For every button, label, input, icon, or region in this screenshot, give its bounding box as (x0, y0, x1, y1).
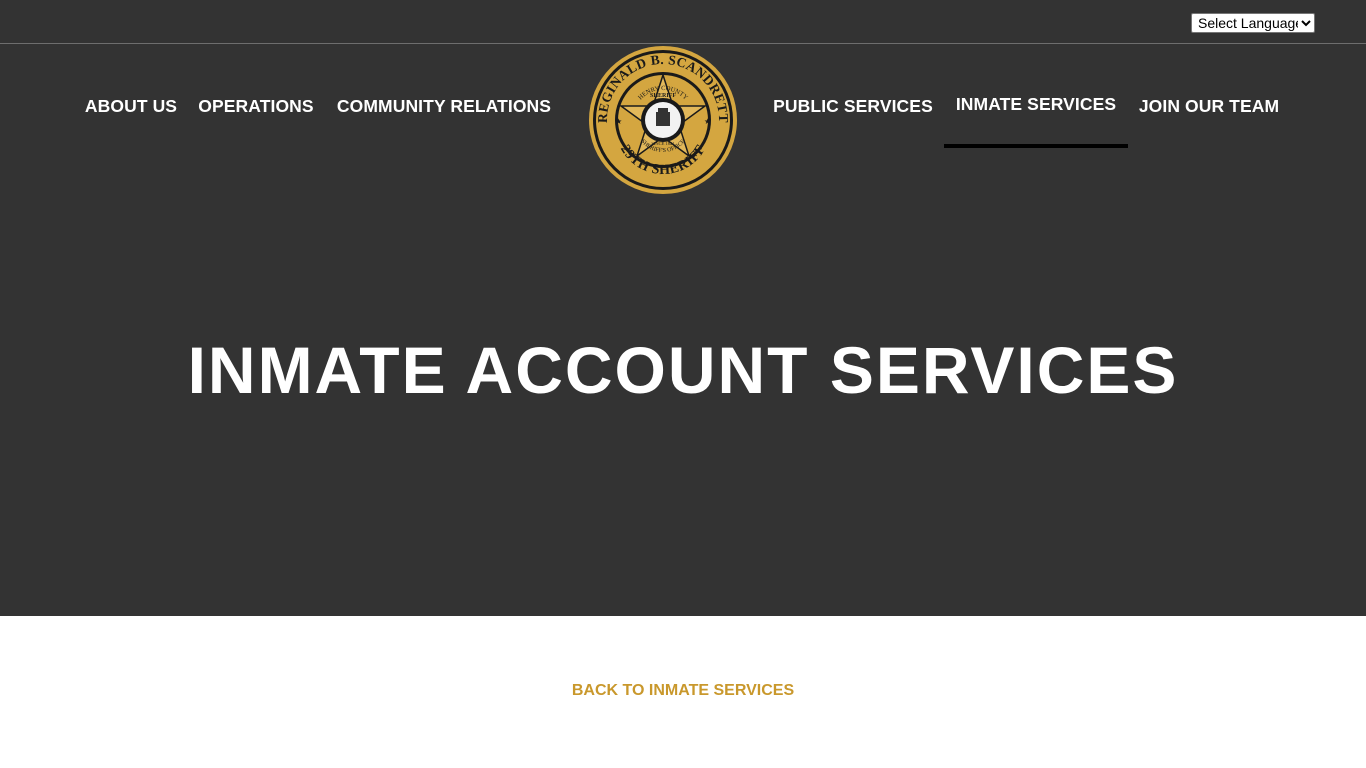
nav-item-about-us[interactable]: ABOUT US (76, 64, 186, 148)
nav-item-join-our-team[interactable]: JOIN OUR TEAM (1130, 64, 1288, 148)
nav-item-inmate-services[interactable]: INMATE SERVICES (944, 64, 1128, 148)
logo-title-text: SHERIFF (650, 93, 676, 99)
logo-star-right-icon: ★ (704, 117, 711, 126)
language-select[interactable]: Select Language (1191, 13, 1315, 33)
page-title: INMATE ACCOUNT SERVICES (187, 333, 1179, 407)
nav-item-operations[interactable]: OPERATIONS (190, 64, 322, 148)
sheriff-badge-logo-icon[interactable]: REGINALD B. SCANDRETT 29TH SHERIFF HENRY… (587, 44, 739, 196)
logo-since-text: SINCE 1821 (651, 141, 674, 146)
nav-item-public-services[interactable]: PUBLIC SERVICES (764, 64, 942, 148)
sheriff-badge-svg: REGINALD B. SCANDRETT 29TH SHERIFF HENRY… (589, 46, 737, 194)
top-bar: Select Language (0, 0, 1366, 44)
logo-star-left-icon: ★ (615, 117, 622, 126)
nav-item-community-relations[interactable]: COMMUNITY RELATIONS (326, 64, 562, 148)
back-to-inmate-services-link[interactable]: BACK TO INMATE SERVICES (572, 682, 794, 699)
back-link-container: BACK TO INMATE SERVICES (0, 682, 1366, 700)
